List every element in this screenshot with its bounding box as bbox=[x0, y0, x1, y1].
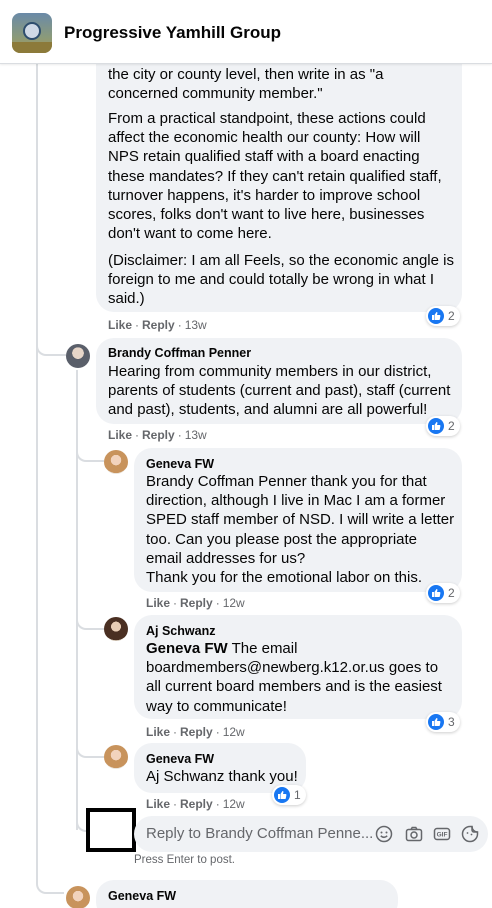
gif-icon[interactable]: GIF bbox=[432, 824, 452, 844]
like-button[interactable]: Like bbox=[146, 797, 170, 811]
avatar[interactable] bbox=[66, 344, 90, 368]
like-reaction-icon bbox=[428, 585, 444, 601]
like-button[interactable]: Like bbox=[146, 596, 170, 610]
comment-text-line: Thank you for the emotional labor on thi… bbox=[146, 569, 422, 587]
comment-text-line: From a practical standpoint, these actio… bbox=[108, 110, 426, 127]
like-button[interactable]: Like bbox=[146, 725, 170, 739]
comment-actions: Like · Reply · 12w bbox=[146, 596, 245, 610]
comment-text-line: all current board members and is the eas… bbox=[146, 678, 442, 696]
avatar[interactable] bbox=[66, 886, 90, 908]
avatar[interactable] bbox=[104, 450, 128, 474]
avatar[interactable] bbox=[104, 617, 128, 641]
like-reaction-icon bbox=[428, 714, 444, 730]
timestamp[interactable]: 12w bbox=[223, 596, 245, 610]
svg-text:GIF: GIF bbox=[437, 832, 448, 839]
comment-actions: Like · Reply · 12w bbox=[146, 725, 245, 739]
comment-text-line: said.) bbox=[108, 290, 145, 308]
comment-text-line: affect the economic health our county: H… bbox=[108, 129, 421, 147]
comment-text-line: the city or county level, then write in … bbox=[108, 66, 384, 83]
emoji-icon[interactable] bbox=[374, 824, 394, 844]
comment-text-line: Hearing from community members in our di… bbox=[108, 363, 432, 380]
comment-text-line: don't want to come here. bbox=[108, 225, 272, 243]
like-button[interactable]: Like bbox=[108, 318, 132, 332]
reaction-count[interactable]: 2 bbox=[426, 306, 460, 326]
comment-text-line: these mandates? If they can't retain qua… bbox=[108, 167, 442, 185]
comment-text-line: boardmembers@newberg.k12.or.us goes to bbox=[146, 659, 439, 677]
comment-text-line: SPED staff member of NSD. I will write a… bbox=[146, 511, 455, 529]
group-logo-icon bbox=[23, 22, 41, 40]
thread-connector bbox=[76, 440, 104, 462]
thread-connector bbox=[76, 736, 104, 758]
comment-text-line: Brandy Coffman Penner thank you for that bbox=[146, 473, 427, 490]
reply-button[interactable]: Reply bbox=[180, 596, 213, 610]
comment-text-line: scores, folks don't want to live here, b… bbox=[108, 206, 425, 224]
reply-placeholder: Reply to Brandy Coffman Penne... bbox=[146, 825, 374, 842]
group-header: Progressive Yamhill Group bbox=[0, 0, 492, 64]
comment-author[interactable]: Geneva FW bbox=[146, 752, 214, 766]
comment-author[interactable]: Brandy Coffman Penner bbox=[108, 346, 251, 360]
timestamp[interactable]: 12w bbox=[223, 725, 245, 739]
reaction-count[interactable]: 2 bbox=[426, 583, 460, 603]
reaction-count[interactable]: 2 bbox=[426, 416, 460, 436]
comment-text-line: foreign to me and could totally be wrong… bbox=[108, 271, 435, 289]
press-enter-hint: Press Enter to post. bbox=[134, 854, 235, 866]
comment-text-line: (Disclaimer: I am all Feels, so the econ… bbox=[108, 252, 454, 269]
comment-bubble: Brandy Coffman Penner Hearing from commu… bbox=[96, 338, 462, 424]
like-button[interactable]: Like bbox=[108, 428, 132, 442]
comment-text-line: concerned community member." bbox=[108, 85, 323, 103]
reply-input[interactable]: Reply to Brandy Coffman Penne... GIF bbox=[134, 816, 488, 852]
timestamp[interactable]: 13w bbox=[185, 428, 207, 442]
comment-text-line: parents of students (current and past), … bbox=[108, 382, 451, 400]
thread-connector bbox=[36, 330, 66, 356]
comment-bubble: Geneva FW Brandy Coffman Penner thank yo… bbox=[134, 448, 462, 592]
like-reaction-icon bbox=[428, 308, 444, 324]
comment-actions: Like · Reply · 12w bbox=[146, 797, 245, 811]
comment-text-line: turnover happens, it's harder to improve… bbox=[108, 186, 421, 204]
reaction-count[interactable]: 1 bbox=[272, 785, 306, 805]
comment-text-line: The email bbox=[227, 640, 298, 657]
comment-author[interactable]: Geneva FW bbox=[108, 889, 176, 903]
comment-bubble: Aj Schwanz Geneva FW The email boardmemb… bbox=[134, 615, 462, 719]
camera-icon[interactable] bbox=[404, 824, 424, 844]
reply-button[interactable]: Reply bbox=[142, 318, 175, 332]
avatar[interactable] bbox=[104, 745, 128, 769]
comment-text-line: Aj Schwanz thank you! bbox=[146, 768, 298, 785]
comment-text-line: way to communicate! bbox=[146, 697, 287, 715]
thread-connector bbox=[76, 608, 104, 630]
comment-text-line: NPS retain qualified staff with a board … bbox=[108, 148, 420, 166]
like-reaction-icon bbox=[274, 787, 290, 803]
reply-button[interactable]: Reply bbox=[180, 725, 213, 739]
comment-author[interactable]: Aj Schwanz bbox=[146, 624, 215, 638]
reply-button[interactable]: Reply bbox=[180, 797, 213, 811]
comment-actions: Like · Reply · 13w bbox=[108, 428, 207, 442]
sticker-icon[interactable] bbox=[460, 824, 480, 844]
comment-text-line: and past), students, and alumni are all … bbox=[108, 401, 428, 419]
like-reaction-icon bbox=[428, 418, 444, 434]
comment-text-line: too. Can you please post the appropriate bbox=[146, 530, 418, 548]
mention-link[interactable]: Geneva FW bbox=[146, 640, 228, 657]
comment-actions: Like · Reply · 13w bbox=[108, 318, 207, 332]
comment-bubble: Geneva FW bbox=[96, 880, 398, 908]
comment-author[interactable]: Geneva FW bbox=[146, 457, 214, 471]
current-user-avatar bbox=[86, 808, 136, 852]
comment-text-line: email addresses for us? bbox=[146, 549, 306, 567]
thread-connector bbox=[76, 808, 86, 832]
group-avatar[interactable] bbox=[12, 13, 52, 53]
reaction-count[interactable]: 3 bbox=[426, 712, 460, 732]
thread-connector bbox=[36, 870, 64, 894]
reply-button[interactable]: Reply bbox=[142, 428, 175, 442]
thread-line bbox=[76, 370, 78, 830]
comment-text-line: direction, although I live in Mac I am a… bbox=[146, 492, 446, 510]
comment-bubble: the city or county level, then write in … bbox=[96, 40, 462, 312]
timestamp[interactable]: 13w bbox=[185, 318, 207, 332]
thread-line bbox=[36, 64, 38, 884]
group-name[interactable]: Progressive Yamhill Group bbox=[64, 23, 281, 43]
timestamp[interactable]: 12w bbox=[223, 797, 245, 811]
